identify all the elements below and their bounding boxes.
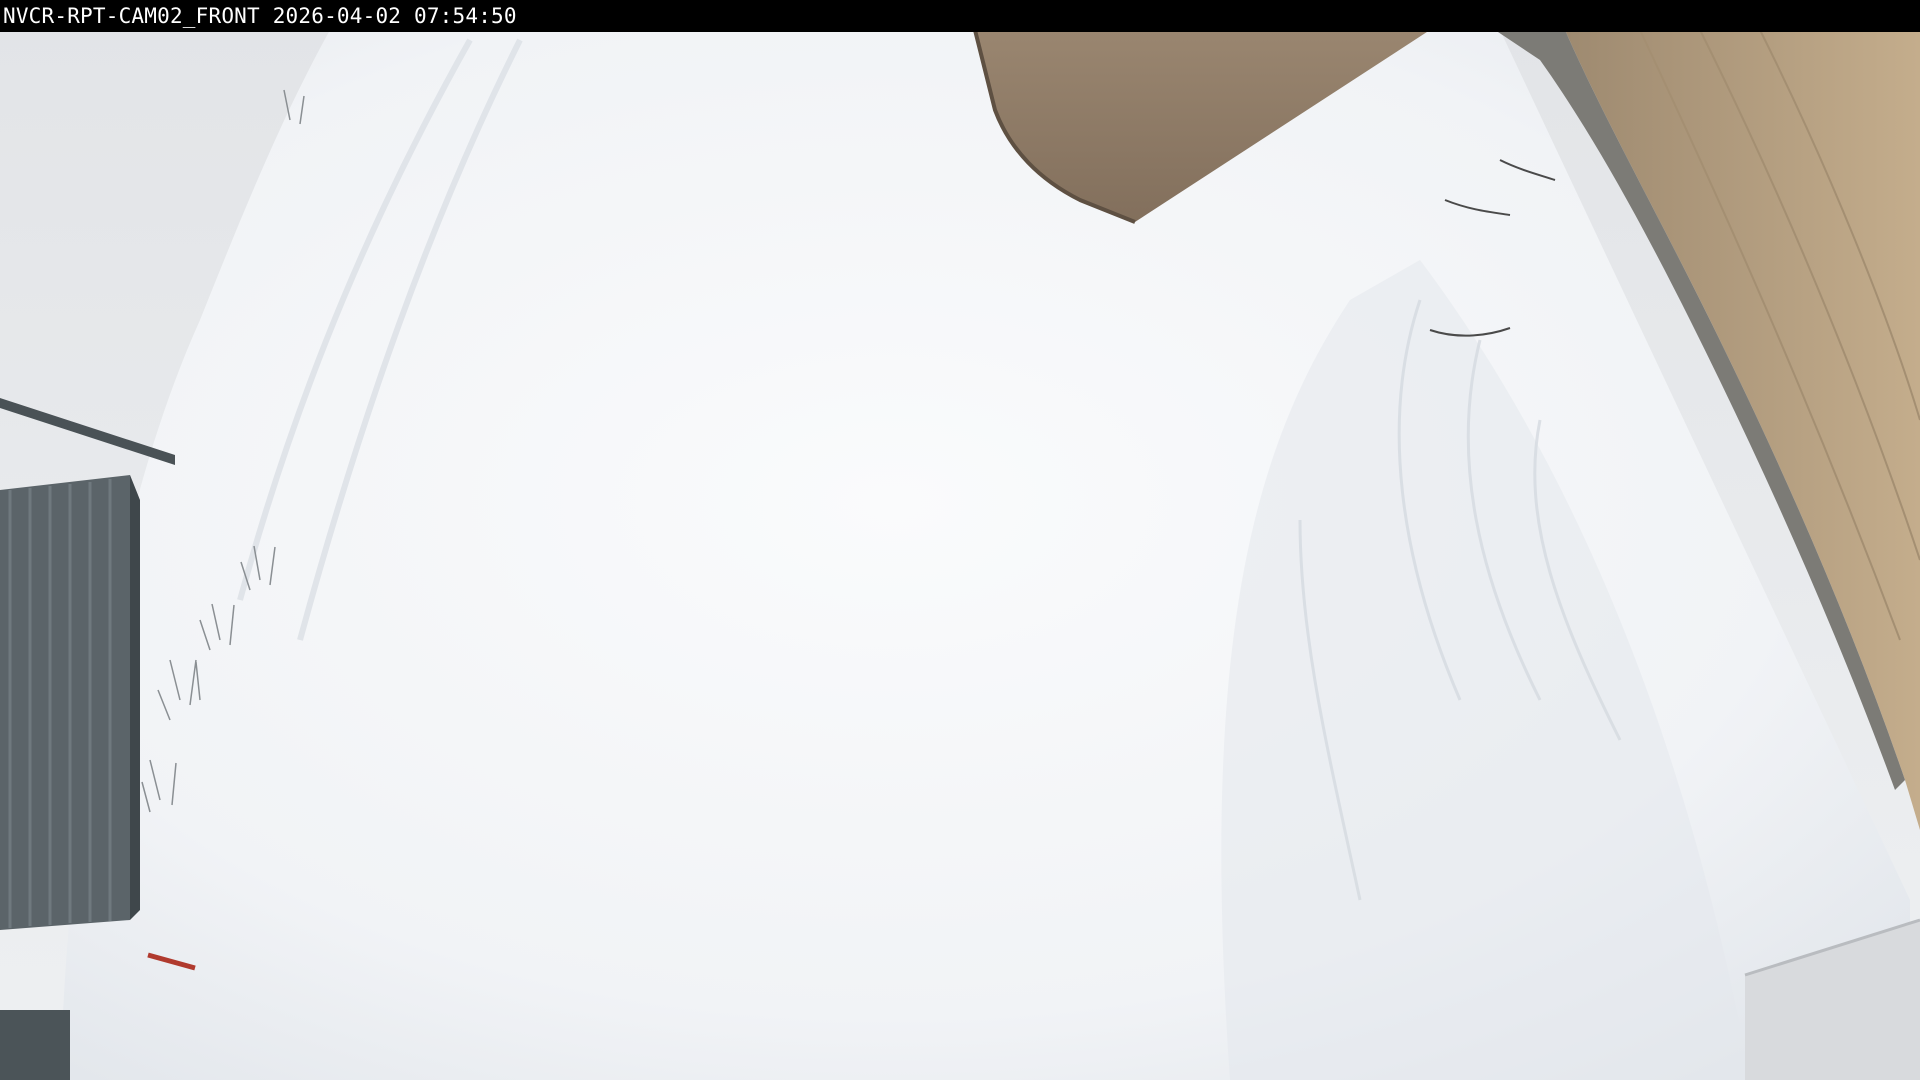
bottom-left-object xyxy=(0,1010,70,1080)
camera-timestamp-label: NVCR-RPT-CAM02_FRONT 2026-04-02 07:54:50 xyxy=(3,4,517,28)
camera-scene xyxy=(0,0,1920,1080)
camera-frame: NVCR-RPT-CAM02_FRONT 2026-04-02 07:54:50 xyxy=(0,0,1920,1080)
osd-bar: NVCR-RPT-CAM02_FRONT 2026-04-02 07:54:50 xyxy=(0,0,1920,32)
fence xyxy=(0,475,140,930)
